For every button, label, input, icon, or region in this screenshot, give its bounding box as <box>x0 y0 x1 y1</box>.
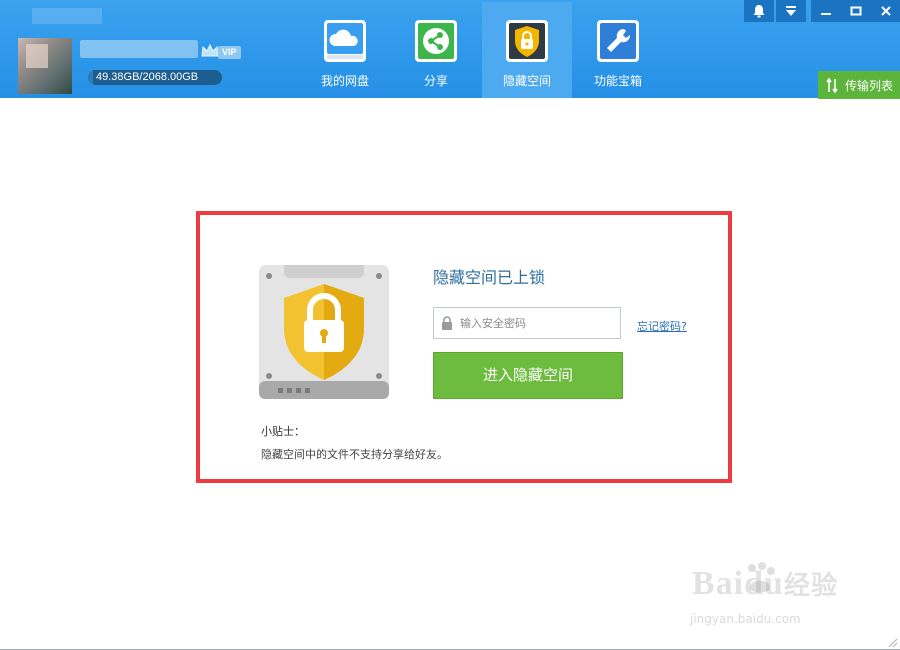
paw-icon <box>748 562 775 593</box>
hidden-space-title: 隐藏空间已上锁 <box>433 268 546 287</box>
maximize-icon <box>850 6 862 16</box>
storage-meter-fill <box>88 70 94 85</box>
share-icon <box>415 20 457 62</box>
maximize-button[interactable] <box>841 0 871 22</box>
bell-icon <box>753 5 765 18</box>
locked-drive-shield-icon <box>259 265 389 399</box>
security-password-input[interactable] <box>460 312 616 334</box>
vip-badge: VIP <box>218 46 241 59</box>
close-button[interactable] <box>871 0 900 22</box>
enter-hidden-space-button[interactable]: 进入隐藏空间 <box>433 352 623 399</box>
tab-label: 隐藏空间 <box>502 74 551 88</box>
transfer-list-button[interactable]: 传输列表 <box>818 71 900 99</box>
crown-icon <box>201 44 219 57</box>
wrench-toolbox-icon <box>597 20 639 62</box>
app-logo-blurred <box>32 8 102 24</box>
lock-icon <box>442 316 452 330</box>
minimize-icon <box>821 13 831 15</box>
tab-hidden-space[interactable]: 隐藏空间 <box>482 2 572 98</box>
forgot-password-link[interactable]: 忘记密码? <box>637 318 687 334</box>
dropdown-menu-icon <box>786 6 796 16</box>
top-bar: VIP 49.38GB/2068.00GB 我的网盘 分享 隐藏空间 功能宝箱 … <box>0 0 900 99</box>
password-field-container[interactable] <box>433 307 621 339</box>
menu-dropdown-button[interactable] <box>776 0 806 22</box>
tab-label: 功能宝箱 <box>593 74 642 88</box>
tab-toolbox[interactable]: 功能宝箱 <box>573 2 663 98</box>
minimize-button[interactable] <box>811 0 841 22</box>
tab-label: 分享 <box>423 74 448 88</box>
tab-my-drive[interactable]: 我的网盘 <box>300 2 390 98</box>
tab-label: 我的网盘 <box>320 74 369 88</box>
tip-title: 小贴士： <box>261 425 305 438</box>
close-icon <box>881 6 891 16</box>
tip-text: 隐藏空间中的文件不支持分享给好友。 <box>261 448 448 461</box>
transfer-list-label: 传输列表 <box>845 79 894 93</box>
transfer-arrows-icon <box>826 78 838 93</box>
notification-button[interactable] <box>744 0 774 22</box>
watermark-url: jingyan.baidu.com <box>690 612 801 626</box>
storage-meter: 49.38GB/2068.00GB <box>88 70 222 85</box>
cloud-drive-icon <box>324 20 366 62</box>
shield-lock-icon <box>506 20 548 62</box>
tab-share[interactable]: 分享 <box>391 2 481 98</box>
hidden-space-lock-panel: 隐藏空间已上锁 忘记密码? 进入隐藏空间 小贴士： 隐藏空间中的文件不支持分享给… <box>196 211 732 483</box>
avatar[interactable] <box>18 38 72 94</box>
username-blurred[interactable] <box>80 40 198 58</box>
storage-text: 49.38GB/2068.00GB <box>96 71 199 83</box>
resize-grip-icon[interactable] <box>886 636 898 648</box>
